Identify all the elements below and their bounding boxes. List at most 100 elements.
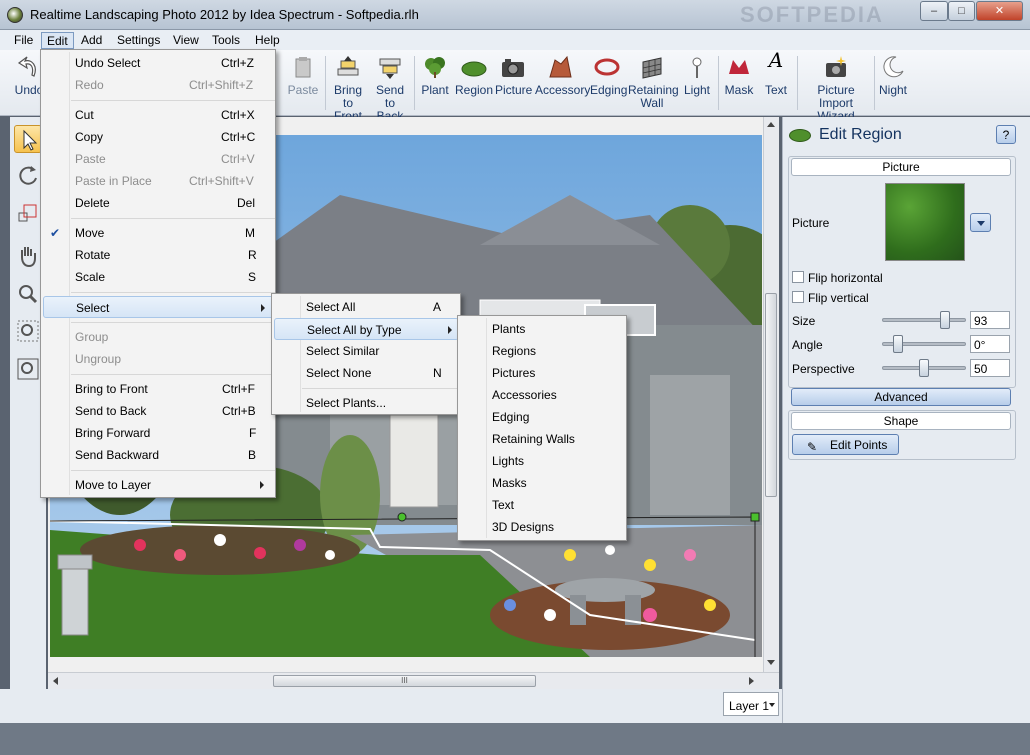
perspective-input[interactable]: 50	[970, 359, 1010, 377]
menu-file[interactable]: File	[9, 32, 38, 49]
rotate-tool-button[interactable]	[14, 162, 42, 190]
menu-edit[interactable]: Edit	[41, 32, 74, 49]
menu-scale[interactable]: Scale S	[41, 266, 275, 288]
menu-type-accessories[interactable]: Accessories	[458, 384, 626, 406]
scroll-down-arrow[interactable]	[767, 660, 775, 665]
picture-import-wizard-button[interactable]: Picture Import Wizard	[800, 54, 872, 123]
title-bar: Realtime Landscaping Photo 2012 by Idea …	[0, 0, 1030, 30]
picture-label: Picture	[495, 83, 533, 97]
rotate-icon	[19, 166, 37, 185]
menu-type-edging[interactable]: Edging	[458, 406, 626, 428]
menu-paste[interactable]: Paste Ctrl+V	[41, 148, 275, 170]
menu-undo-select[interactable]: Undo Select Ctrl+Z	[41, 52, 275, 74]
size-input[interactable]: 93	[970, 311, 1010, 329]
plant-button[interactable]: Plant	[420, 54, 450, 97]
menu-paste-in-place[interactable]: Paste in Place Ctrl+Shift+V	[41, 170, 275, 192]
menu-type-3d-designs[interactable]: 3D Designs	[458, 516, 626, 538]
scale-tool-button[interactable]	[14, 199, 42, 227]
menu-copy[interactable]: Copy Ctrl+C	[41, 126, 275, 148]
menu-redo[interactable]: Redo Ctrl+Shift+Z	[41, 74, 275, 96]
vertical-scroll-thumb[interactable]	[765, 293, 777, 497]
retaining-wall-label: Retaining Wall	[628, 83, 679, 110]
menu-type-retaining-walls[interactable]: Retaining Walls	[458, 428, 626, 450]
plant-icon	[422, 54, 448, 80]
help-button[interactable]: ?	[996, 125, 1016, 144]
menu-type-pictures[interactable]: Pictures	[458, 362, 626, 384]
horizontal-scrollbar[interactable]: III	[48, 672, 779, 689]
minimize-button[interactable]: –	[920, 1, 948, 21]
menu-type-regions[interactable]: Regions	[458, 340, 626, 362]
menu-select-none[interactable]: Select None N	[272, 362, 460, 384]
picture-import-wizard-icon	[823, 54, 849, 80]
maximize-button[interactable]: □	[948, 1, 975, 21]
menu-view[interactable]: View	[168, 32, 204, 49]
scroll-up-arrow[interactable]	[767, 122, 775, 127]
grass-texture-swatch[interactable]	[885, 183, 965, 261]
zoom-tool-button[interactable]	[14, 280, 42, 308]
bring-to-front-button[interactable]: Bring to Front	[329, 54, 367, 123]
menu-type-text[interactable]: Text	[458, 494, 626, 516]
perspective-label: Perspective	[792, 362, 855, 376]
edit-points-button[interactable]: ✎ Edit Points	[792, 434, 899, 455]
menu-send-to-back[interactable]: Send to Back Ctrl+B	[41, 400, 275, 422]
menu-send-backward[interactable]: Send Backward B	[41, 444, 275, 466]
menu-ungroup[interactable]: Ungroup	[41, 348, 275, 370]
light-button[interactable]: Light	[682, 54, 712, 97]
menu-type-masks[interactable]: Masks	[458, 472, 626, 494]
retaining-wall-icon	[639, 54, 665, 80]
horizontal-scroll-thumb[interactable]: III	[273, 675, 536, 687]
close-button[interactable]: ✕	[976, 1, 1023, 21]
flip-vertical-checkbox[interactable]	[792, 291, 804, 303]
region-button[interactable]: Region	[455, 54, 493, 97]
menu-move[interactable]: ✔ Move M	[41, 222, 275, 244]
menu-settings[interactable]: Settings	[112, 32, 165, 49]
flip-horizontal-checkbox[interactable]	[792, 271, 804, 283]
toolbar-separator	[325, 56, 326, 110]
picture-dropdown-button[interactable]	[970, 213, 991, 232]
angle-slider-thumb[interactable]	[893, 335, 903, 353]
picture-button[interactable]: Picture	[495, 54, 533, 97]
accessory-button[interactable]: Accessory	[535, 54, 590, 97]
menu-select[interactable]: Select	[43, 296, 274, 318]
edging-button[interactable]: Edging	[590, 54, 627, 97]
perspective-slider-thumb[interactable]	[919, 359, 929, 377]
layer-select[interactable]: Layer 1	[723, 692, 779, 716]
menu-select-similar[interactable]: Select Similar	[272, 340, 460, 362]
menu-help[interactable]: Help	[250, 32, 285, 49]
light-icon	[684, 54, 710, 80]
angle-input[interactable]: 0°	[970, 335, 1010, 353]
menu-move-to-layer[interactable]: Move to Layer	[41, 474, 275, 496]
softpedia-watermark: SOFTPEDIA	[740, 2, 884, 27]
menu-rotate[interactable]: Rotate R	[41, 244, 275, 266]
menu-tools[interactable]: Tools	[207, 32, 245, 49]
pan-tool-button[interactable]	[14, 242, 42, 270]
size-slider-track[interactable]	[882, 318, 966, 322]
scroll-left-arrow[interactable]	[53, 677, 58, 685]
zoom-fit-tool-button[interactable]	[14, 355, 42, 383]
menu-type-plants[interactable]: Plants	[458, 318, 626, 340]
mask-button[interactable]: Mask	[722, 54, 756, 97]
text-icon: A	[768, 48, 784, 72]
menu-group[interactable]: Group	[41, 326, 275, 348]
menu-delete[interactable]: Delete Del	[41, 192, 275, 214]
menu-bring-to-front[interactable]: Bring to Front Ctrl+F	[41, 378, 275, 400]
paste-button[interactable]: Paste	[286, 54, 320, 97]
menu-type-lights[interactable]: Lights	[458, 450, 626, 472]
scroll-right-arrow[interactable]	[749, 677, 754, 685]
menu-bring-forward[interactable]: Bring Forward F	[41, 422, 275, 444]
menu-select-all[interactable]: Select All A	[272, 296, 460, 318]
vertical-scrollbar[interactable]	[763, 117, 779, 672]
menu-cut[interactable]: Cut Ctrl+X	[41, 104, 275, 126]
zoom-region-tool-button[interactable]	[14, 317, 42, 345]
text-button[interactable]: A Text	[762, 48, 790, 97]
send-to-back-button[interactable]: Send to Back	[371, 54, 409, 123]
size-slider-thumb[interactable]	[940, 311, 950, 329]
menu-add[interactable]: Add	[76, 32, 107, 49]
status-bar	[0, 689, 782, 723]
menu-select-all-by-type[interactable]: Select All by Type	[274, 318, 459, 340]
advanced-button[interactable]: Advanced	[791, 388, 1011, 406]
night-button[interactable]: Night	[878, 54, 908, 97]
select-tool-button[interactable]	[14, 125, 42, 153]
menu-select-plants[interactable]: Select Plants...	[272, 392, 460, 414]
retaining-wall-button[interactable]: Retaining Wall	[628, 54, 679, 110]
